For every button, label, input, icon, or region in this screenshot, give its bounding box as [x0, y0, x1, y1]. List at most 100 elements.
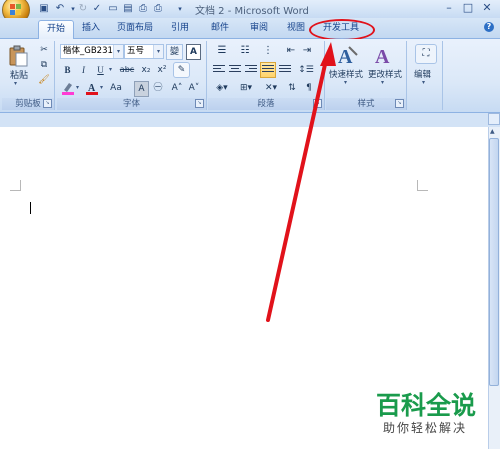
minimize-icon[interactable]: – — [440, 1, 458, 15]
paint-bucket-icon: ◈▾ — [216, 83, 228, 93]
paragraph-launcher-icon[interactable]: ↘ — [313, 99, 322, 108]
tab-view[interactable]: 视图 — [283, 20, 309, 37]
redo-icon[interactable]: ↻ — [76, 2, 90, 16]
subscript-button[interactable]: x₂ — [139, 63, 153, 77]
office-logo-icon — [10, 4, 21, 15]
styles-launcher-icon[interactable]: ↘ — [395, 99, 404, 108]
print-preview-icon[interactable]: ⎙ — [136, 2, 150, 16]
line-spacing-icon: ↕☰ — [298, 65, 314, 75]
italic-button[interactable]: I — [77, 63, 90, 77]
paste-dropdown-icon[interactable]: ▾ — [14, 80, 17, 87]
highlight-button[interactable] — [61, 81, 75, 95]
tab-page-layout[interactable]: 页面布局 — [112, 20, 158, 37]
print-icon[interactable]: ⎙ — [151, 2, 165, 16]
align-center-button[interactable] — [228, 63, 242, 77]
undo-icon[interactable]: ↶ — [53, 2, 67, 16]
scroll-up-icon[interactable]: ▲ — [490, 128, 495, 135]
watermark-title: 百科全说 — [376, 391, 477, 420]
clipboard-launcher-icon[interactable]: ↘ — [43, 99, 52, 108]
underline-dropdown-icon[interactable]: ▾ — [109, 66, 112, 73]
wen-button[interactable]: 變 — [166, 44, 183, 60]
paste-button[interactable] — [7, 45, 29, 67]
font-size-value: 五号 — [127, 46, 145, 56]
tab-references[interactable]: 引用 — [167, 20, 193, 37]
cut-icon[interactable]: ✂ — [38, 43, 50, 57]
change-styles-icon: A — [375, 46, 390, 68]
tab-home[interactable]: 开始 — [38, 20, 74, 39]
justify-icon — [262, 65, 274, 75]
font-name-select[interactable]: 楷体_GB2312 ▾ — [60, 44, 124, 59]
help-icon[interactable]: ? — [484, 22, 494, 32]
decrease-indent-icon: ⇤ — [286, 45, 296, 56]
highlight-dropdown-icon[interactable]: ▾ — [76, 84, 79, 91]
spelling-icon[interactable]: ✓ — [90, 2, 104, 16]
watermark-subtitle: 助你轻松解决 — [383, 421, 468, 435]
align-left-icon — [213, 65, 225, 75]
asian-layout-button[interactable]: ✕▾ — [262, 81, 280, 95]
increase-indent-button[interactable]: ⇥ — [300, 44, 314, 58]
customize-qat-icon[interactable]: ▾ — [173, 2, 187, 16]
grow-font-button[interactable]: A˄ — [170, 81, 184, 95]
borders-button[interactable]: ⊞▾ — [235, 81, 257, 95]
editing-button[interactable]: ⛶ — [415, 44, 437, 64]
font-launcher-icon[interactable]: ↘ — [195, 99, 204, 108]
change-styles-dropdown-icon[interactable]: ▾ — [381, 79, 384, 86]
bold-button[interactable]: B — [61, 63, 74, 77]
paste-label: 粘贴 — [10, 71, 29, 81]
close-icon[interactable]: ✕ — [478, 1, 496, 15]
distributed-button[interactable] — [278, 63, 292, 77]
save-icon[interactable]: ▣ — [37, 2, 51, 16]
clear-format-button[interactable]: ✎ — [173, 62, 190, 78]
ruler-toggle-icon[interactable] — [488, 113, 500, 125]
justify-button[interactable] — [260, 62, 276, 78]
sort-button[interactable]: ⇅ — [285, 81, 299, 95]
quick-styles-dropdown-icon[interactable]: ▾ — [344, 79, 347, 86]
underline-button[interactable]: U — [94, 63, 107, 77]
tab-mailings[interactable]: 邮件 — [207, 20, 233, 37]
chevron-down-icon: ▾ — [113, 45, 123, 58]
open-icon[interactable]: ▤ — [121, 2, 135, 16]
font-color-button[interactable]: A — [85, 81, 99, 95]
char-border-button[interactable]: A — [186, 44, 201, 60]
bullets-button[interactable]: ☰ — [212, 44, 232, 58]
change-case-button[interactable]: Aa — [108, 81, 124, 95]
quick-styles-button[interactable]: A — [335, 43, 359, 68]
char-shading-button[interactable]: A — [134, 81, 149, 97]
font-color-dropdown-icon[interactable]: ▾ — [100, 84, 103, 91]
enclose-char-button[interactable]: ㊀ — [151, 81, 165, 95]
change-styles-button[interactable]: A — [372, 43, 396, 68]
multilevel-list-button[interactable]: ⋮ — [258, 44, 278, 58]
shrink-font-button[interactable]: A˅ — [187, 81, 201, 95]
tab-insert[interactable]: 插入 — [78, 20, 104, 37]
paragraph-group-label: 段落 — [208, 98, 324, 110]
line-spacing-button[interactable]: ↕☰ — [296, 63, 316, 77]
superscript-button[interactable]: x² — [155, 63, 169, 77]
font-size-select[interactable]: 五号 ▾ — [124, 44, 164, 59]
align-right-icon — [245, 65, 257, 75]
numbering-button[interactable]: ☷ — [235, 44, 255, 58]
styles-group-label: 样式 — [326, 98, 406, 110]
strikethrough-button[interactable]: abc — [118, 63, 136, 77]
copy-icon[interactable]: ⧉ — [38, 58, 50, 72]
pilcrow-icon: ¶ — [306, 83, 312, 93]
font-name-value: 楷体_GB2312 — [63, 46, 119, 56]
maximize-icon[interactable]: □ — [459, 1, 477, 15]
bullets-icon: ☰ — [217, 45, 227, 56]
align-right-button[interactable] — [244, 63, 258, 77]
editing-dropdown-icon[interactable]: ▾ — [422, 79, 425, 86]
scrollbar-thumb[interactable] — [489, 138, 499, 386]
distributed-icon — [279, 65, 291, 75]
align-left-button[interactable] — [212, 63, 226, 77]
border-icon: ⊞▾ — [239, 83, 253, 93]
format-painter-icon[interactable]: 🖌 — [38, 73, 50, 87]
margin-mark-top-left — [10, 180, 21, 191]
tab-review[interactable]: 审阅 — [246, 20, 272, 37]
shading-button[interactable]: ◈▾ — [212, 81, 232, 95]
show-marks-button[interactable]: ¶ — [302, 81, 316, 95]
annotation-oval — [309, 19, 375, 41]
paste-icon — [9, 45, 28, 67]
font-color-icon: A — [86, 83, 98, 95]
new-doc-icon[interactable]: ▭ — [106, 2, 120, 16]
change-styles-label: 更改样式 — [368, 70, 403, 80]
decrease-indent-button[interactable]: ⇤ — [284, 44, 298, 58]
